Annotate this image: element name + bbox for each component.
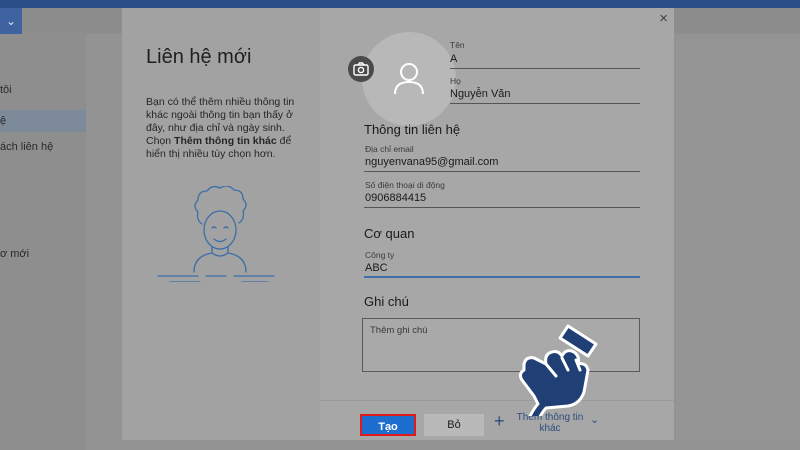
change-photo-button[interactable]: [348, 56, 374, 82]
app-right-panel: [676, 40, 800, 440]
sidebar-item-selected[interactable]: ệ: [0, 110, 86, 132]
first-name-underline: [450, 68, 640, 69]
create-button[interactable]: Tạo: [360, 414, 416, 436]
app-menu-chevron-icon[interactable]: ⌄: [0, 8, 22, 34]
notes-placeholder: Thêm ghi chú: [370, 325, 428, 336]
new-contact-dialog: Liên hệ mới Bạn có thể thêm nhiều thông …: [122, 8, 674, 440]
company-label: Công ty: [365, 250, 395, 260]
description-bold-link: Thêm thông tin khác: [174, 135, 277, 147]
sidebar-item-label: ệ: [0, 115, 7, 127]
phone-underline: [364, 207, 640, 208]
email-input[interactable]: nguyenvana95@gmail.com: [365, 156, 498, 168]
last-name-input[interactable]: Nguyễn Văn: [450, 88, 511, 100]
app-top-bar: [0, 0, 800, 8]
dialog-title: Liên hệ mới: [146, 46, 252, 68]
close-icon[interactable]: ×: [659, 10, 668, 27]
contact-section-title: Thông tin liên hệ: [364, 122, 461, 137]
last-name-label: Họ: [450, 76, 461, 86]
sidebar-item[interactable]: tôi: [0, 84, 12, 96]
app-sidebar: tôi ệ ách liên hệ ơ mới: [0, 34, 86, 450]
company-input[interactable]: ABC: [365, 262, 388, 274]
cancel-button[interactable]: Bỏ: [424, 414, 484, 436]
pointing-hand-icon: [518, 324, 598, 416]
person-illustration-icon: [157, 186, 275, 282]
phone-input[interactable]: 0906884415: [365, 192, 426, 204]
first-name-input[interactable]: A: [450, 53, 457, 65]
dialog-info-pane: Liên hệ mới Bạn có thể thêm nhiều thông …: [122, 8, 320, 440]
dialog-description: Bạn có thể thêm nhiều thông tin khác ngo…: [146, 96, 308, 161]
last-name-underline: [450, 103, 640, 104]
plus-icon[interactable]: +: [494, 411, 505, 432]
notes-section-title: Ghi chú: [364, 294, 409, 309]
first-name-label: Tên: [450, 40, 465, 50]
avatar[interactable]: [362, 32, 456, 126]
person-icon: [394, 63, 424, 95]
sidebar-item[interactable]: ách liên hệ: [0, 141, 53, 153]
company-underline-focused: [364, 276, 640, 278]
phone-label: Số điện thoại di động: [365, 180, 445, 190]
footer-divider: [320, 400, 674, 401]
work-section-title: Cơ quan: [364, 226, 415, 241]
email-underline: [364, 171, 640, 172]
sidebar-item[interactable]: ơ mới: [0, 248, 29, 260]
email-label: Địa chỉ email: [365, 144, 414, 154]
camera-icon: [353, 62, 369, 76]
